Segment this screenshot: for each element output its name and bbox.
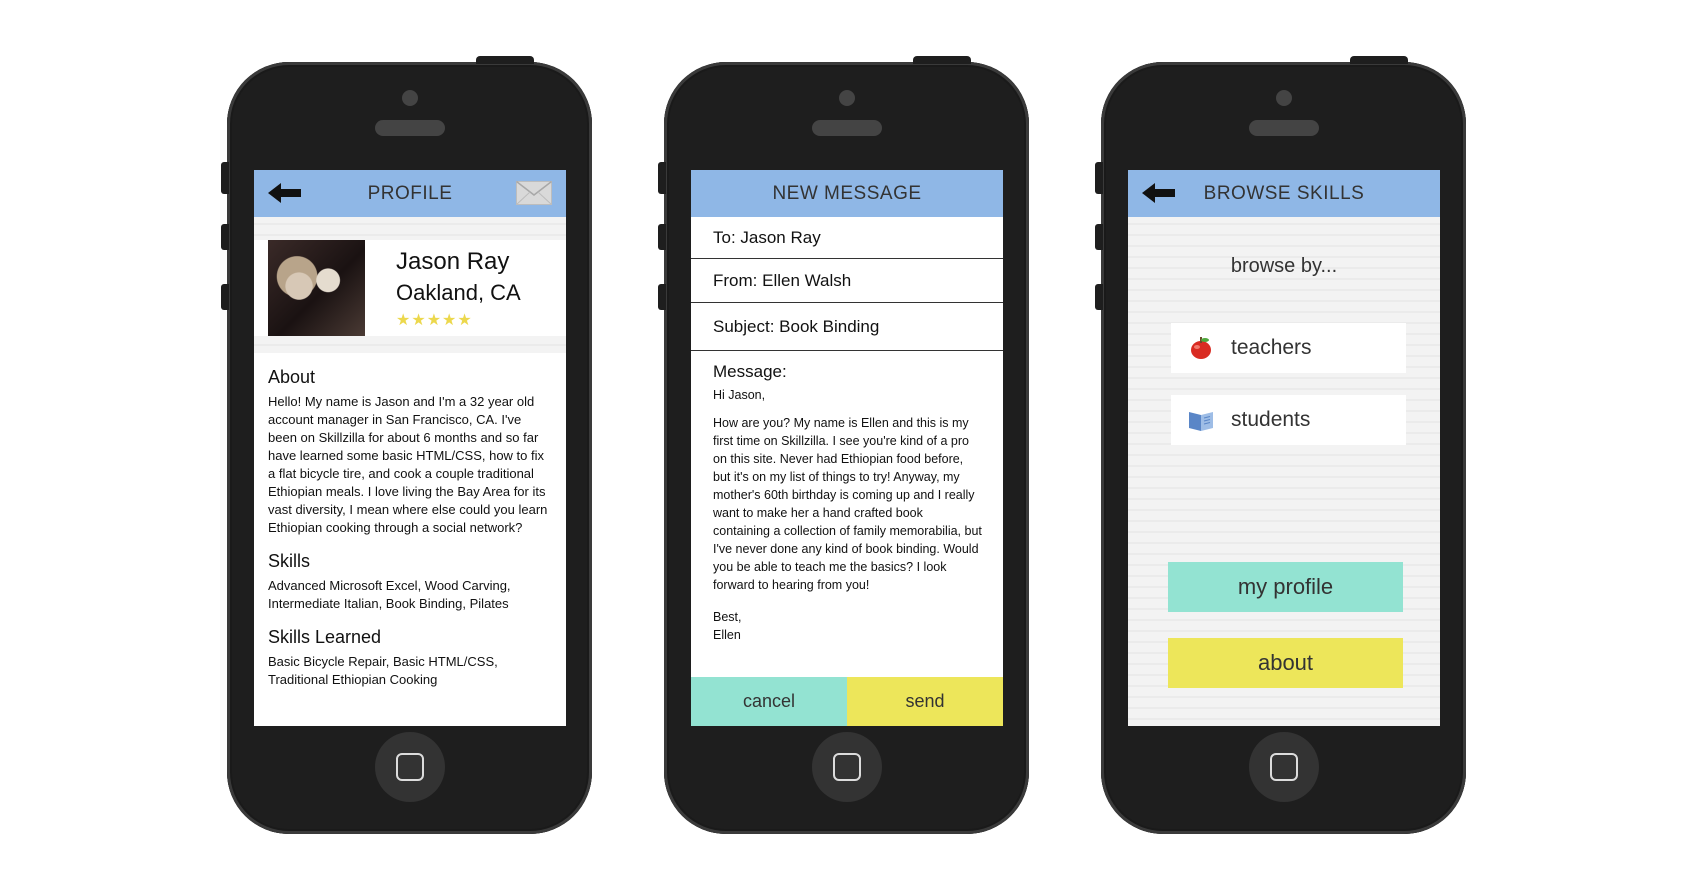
send-label: send <box>905 691 945 711</box>
send-button[interactable]: send <box>847 677 1003 726</box>
back-arrow-icon[interactable] <box>268 182 302 204</box>
to-field-text: To: Jason Ray <box>713 227 821 247</box>
home-square-icon <box>832 753 861 781</box>
page-title: PROFILE <box>367 182 453 204</box>
profile-screen: PROFILE Jason Ray Oakland, CA ★★★★★ Abou… <box>254 170 566 726</box>
browse-by-label: browse by... <box>1230 255 1338 277</box>
phone-profile: PROFILE Jason Ray Oakland, CA ★★★★★ Abou… <box>221 56 592 834</box>
message-body-field[interactable]: Message: Hi Jason, How are you? My name … <box>691 352 1003 676</box>
page-title: NEW MESSAGE <box>772 182 922 204</box>
phone-browse: BROWSE SKILLS browse by... teachers stud… <box>1095 56 1466 834</box>
home-square-icon <box>395 753 424 781</box>
volume-down-button <box>658 284 666 310</box>
volume-down-button <box>221 284 229 310</box>
rating-stars: ★★★★★ <box>396 312 473 329</box>
front-camera <box>401 90 418 106</box>
home-button[interactable] <box>811 732 882 802</box>
profile-header: PROFILE <box>254 170 566 217</box>
speaker-grille <box>1248 120 1319 136</box>
profile-card: Jason Ray Oakland, CA ★★★★★ <box>254 240 566 336</box>
browse-screen: BROWSE SKILLS browse by... teachers stud… <box>1128 170 1440 726</box>
page-title: BROWSE SKILLS <box>1203 182 1365 204</box>
skills-text: Advanced Microsoft Excel, Wood Carving, … <box>268 578 511 611</box>
volume-up-button <box>658 224 666 250</box>
mute-switch <box>1095 162 1103 194</box>
message-greeting: Hi Jason, <box>713 388 766 402</box>
volume-down-button <box>1095 284 1103 310</box>
subject-field[interactable]: Subject: Book Binding <box>691 303 1003 351</box>
cancel-label: cancel <box>742 691 796 711</box>
home-button[interactable] <box>1248 732 1319 802</box>
teachers-button[interactable]: teachers <box>1171 323 1406 373</box>
profile-name: Jason Ray <box>396 248 510 275</box>
back-arrow-icon[interactable] <box>1142 182 1176 204</box>
front-camera <box>1275 90 1292 106</box>
skills-learned-heading: Skills Learned <box>268 627 382 647</box>
profile-details: About Hello! My name is Jason and I'm a … <box>254 353 566 726</box>
skills-heading: Skills <box>268 551 311 571</box>
students-button[interactable]: students <box>1171 395 1406 445</box>
profile-location: Oakland, CA <box>396 280 521 305</box>
phone-message: NEW MESSAGE To: Jason Ray From: Ellen Wa… <box>658 56 1029 834</box>
mute-switch <box>658 162 666 194</box>
volume-up-button <box>221 224 229 250</box>
envelope-icon[interactable] <box>516 181 552 205</box>
my-profile-button[interactable]: my profile <box>1168 562 1403 612</box>
front-camera <box>838 90 855 106</box>
skills-learned-text: Basic Bicycle Repair, Basic HTML/CSS, Tr… <box>268 654 498 687</box>
avatar <box>268 240 365 336</box>
book-icon <box>1171 408 1231 432</box>
about-label: about <box>1257 650 1314 675</box>
speaker-grille <box>374 120 445 136</box>
my-profile-label: my profile <box>1237 574 1334 599</box>
subject-field-text: Subject: Book Binding <box>713 316 880 336</box>
message-signoff: Best, Ellen <box>713 610 742 642</box>
message-screen: NEW MESSAGE To: Jason Ray From: Ellen Wa… <box>691 170 1003 726</box>
home-square-icon <box>1269 753 1298 781</box>
home-button[interactable] <box>374 732 445 802</box>
from-field[interactable]: From: Ellen Walsh <box>691 259 1003 303</box>
speaker-grille <box>811 120 882 136</box>
students-label: students <box>1231 408 1311 431</box>
volume-up-button <box>1095 224 1103 250</box>
message-text: How are you? My name is Ellen and this i… <box>713 416 982 592</box>
about-text: Hello! My name is Jason and I'm a 32 yea… <box>268 394 548 535</box>
to-field[interactable]: To: Jason Ray <box>691 217 1003 259</box>
apple-icon <box>1171 336 1231 360</box>
message-header: NEW MESSAGE <box>691 170 1003 217</box>
cancel-button[interactable]: cancel <box>691 677 847 726</box>
teachers-label: teachers <box>1231 336 1312 359</box>
browse-header: BROWSE SKILLS <box>1128 170 1440 217</box>
from-field-text: From: Ellen Walsh <box>713 270 852 290</box>
about-heading: About <box>268 367 316 387</box>
mute-switch <box>221 162 229 194</box>
message-label: Message: <box>713 362 787 381</box>
about-button[interactable]: about <box>1168 638 1403 688</box>
